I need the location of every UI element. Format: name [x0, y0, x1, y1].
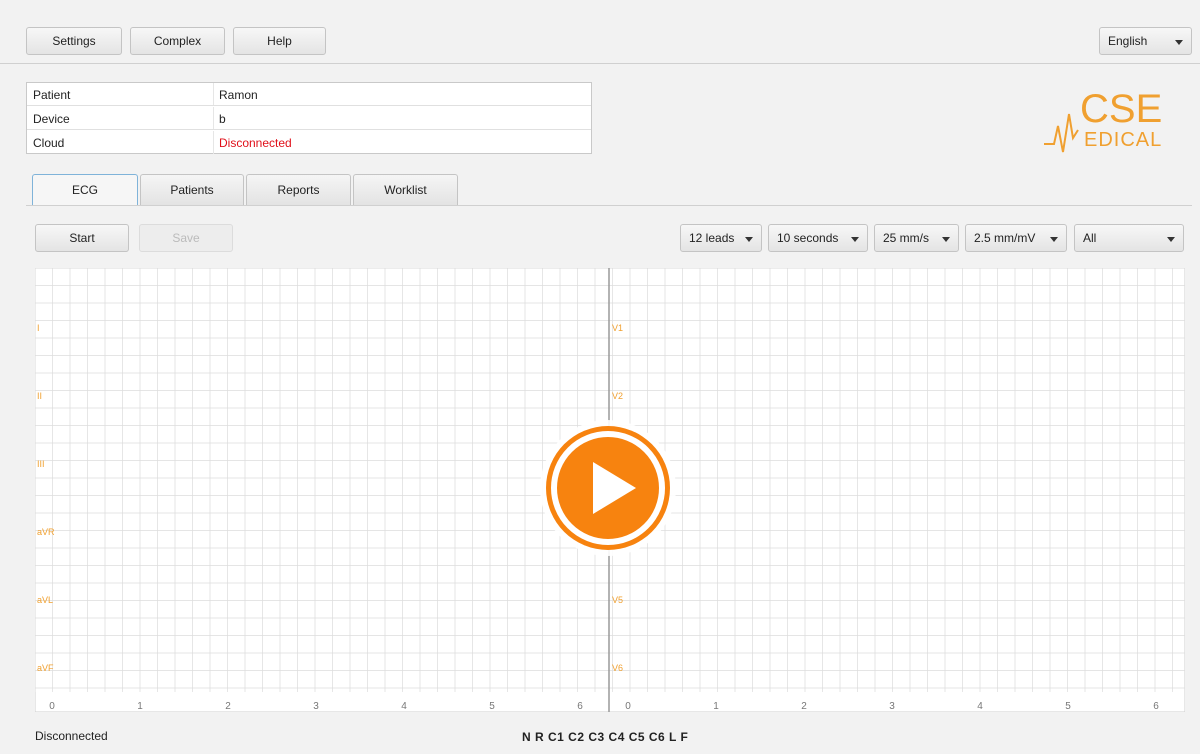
tab-divider: [26, 205, 1192, 206]
x-tick-label: 1: [137, 701, 143, 712]
top-toolbar: Settings Complex Help English: [0, 0, 1200, 64]
info-key: Cloud: [33, 136, 65, 150]
x-tick-label: 3: [313, 701, 319, 712]
x-tick-label: 2: [225, 701, 231, 712]
language-select-value: English: [1108, 34, 1148, 48]
lead-label: III: [37, 459, 45, 469]
x-tick-label: 6: [1153, 701, 1159, 712]
complex-button[interactable]: Complex: [130, 27, 225, 55]
chevron-down-icon: [1167, 237, 1175, 242]
gain-select-value: 2.5 mm/mV: [974, 231, 1036, 245]
info-row-cloud: Cloud Disconnected: [27, 131, 591, 154]
filter-select-value: All: [1083, 231, 1097, 245]
lead-label: aVL: [37, 595, 53, 605]
speed-select-value: 25 mm/s: [883, 231, 930, 245]
leads-select[interactable]: 12 leads: [680, 224, 762, 252]
tab-patients[interactable]: Patients: [140, 174, 244, 205]
leads-select-value: 12 leads: [689, 231, 735, 245]
patient-name: Ramon: [219, 88, 258, 102]
lead-label: V2: [612, 391, 623, 401]
lead-label: II: [37, 391, 42, 401]
x-tick-label: 0: [625, 701, 631, 712]
x-tick-label: 3: [889, 701, 895, 712]
lead-label: I: [37, 323, 40, 333]
save-button[interactable]: Save: [139, 224, 233, 252]
chevron-down-icon: [745, 237, 753, 242]
info-key: Patient: [33, 88, 71, 102]
device-name: b: [219, 112, 226, 126]
gain-select[interactable]: 2.5 mm/mV: [965, 224, 1067, 252]
info-key: Device: [33, 112, 70, 126]
filter-select[interactable]: All: [1074, 224, 1184, 252]
cloud-status: Disconnected: [219, 136, 292, 150]
x-tick-label: 4: [401, 701, 407, 712]
info-row-device: Device b: [27, 107, 591, 130]
info-row-patient: Patient Ramon: [27, 83, 591, 106]
tab-reports[interactable]: Reports: [246, 174, 351, 205]
language-select[interactable]: English: [1099, 27, 1192, 55]
cse-medical-logo: CSE EDICAL: [1040, 80, 1195, 160]
play-icon[interactable]: [538, 418, 678, 558]
lead-label: V6: [612, 663, 623, 673]
tab-ecg[interactable]: ECG: [32, 174, 138, 205]
chevron-down-icon: [851, 237, 859, 242]
x-tick-label: 4: [977, 701, 983, 712]
lead-label: aVR: [37, 527, 55, 537]
tab-worklist[interactable]: Worklist: [353, 174, 458, 205]
settings-button[interactable]: Settings: [26, 27, 122, 55]
lead-label: V5: [612, 595, 623, 605]
logo-text-bottom: EDICAL: [1084, 129, 1162, 151]
x-tick-label: 6: [577, 701, 583, 712]
x-tick-label: 5: [489, 701, 495, 712]
duration-select-value: 10 seconds: [777, 231, 839, 245]
chevron-down-icon: [1050, 237, 1058, 242]
x-tick-label: 5: [1065, 701, 1071, 712]
patient-info-table: Patient Ramon Device b Cloud Disconnecte…: [26, 82, 592, 154]
lead-label: aVF: [37, 663, 54, 673]
duration-select[interactable]: 10 seconds: [768, 224, 868, 252]
help-button[interactable]: Help: [233, 27, 326, 55]
x-tick-label: 0: [49, 701, 55, 712]
chevron-down-icon: [1175, 40, 1183, 45]
speed-select[interactable]: 25 mm/s: [874, 224, 959, 252]
x-tick-label: 1: [713, 701, 719, 712]
connection-status: Disconnected: [35, 729, 108, 743]
lead-label: V1: [612, 323, 623, 333]
x-tick-label: 2: [801, 701, 807, 712]
start-button[interactable]: Start: [35, 224, 129, 252]
electrode-indicators: N R C1 C2 C3 C4 C5 C6 L F: [522, 730, 689, 744]
chevron-down-icon: [942, 237, 950, 242]
logo-text-top: CSE: [1080, 87, 1162, 131]
